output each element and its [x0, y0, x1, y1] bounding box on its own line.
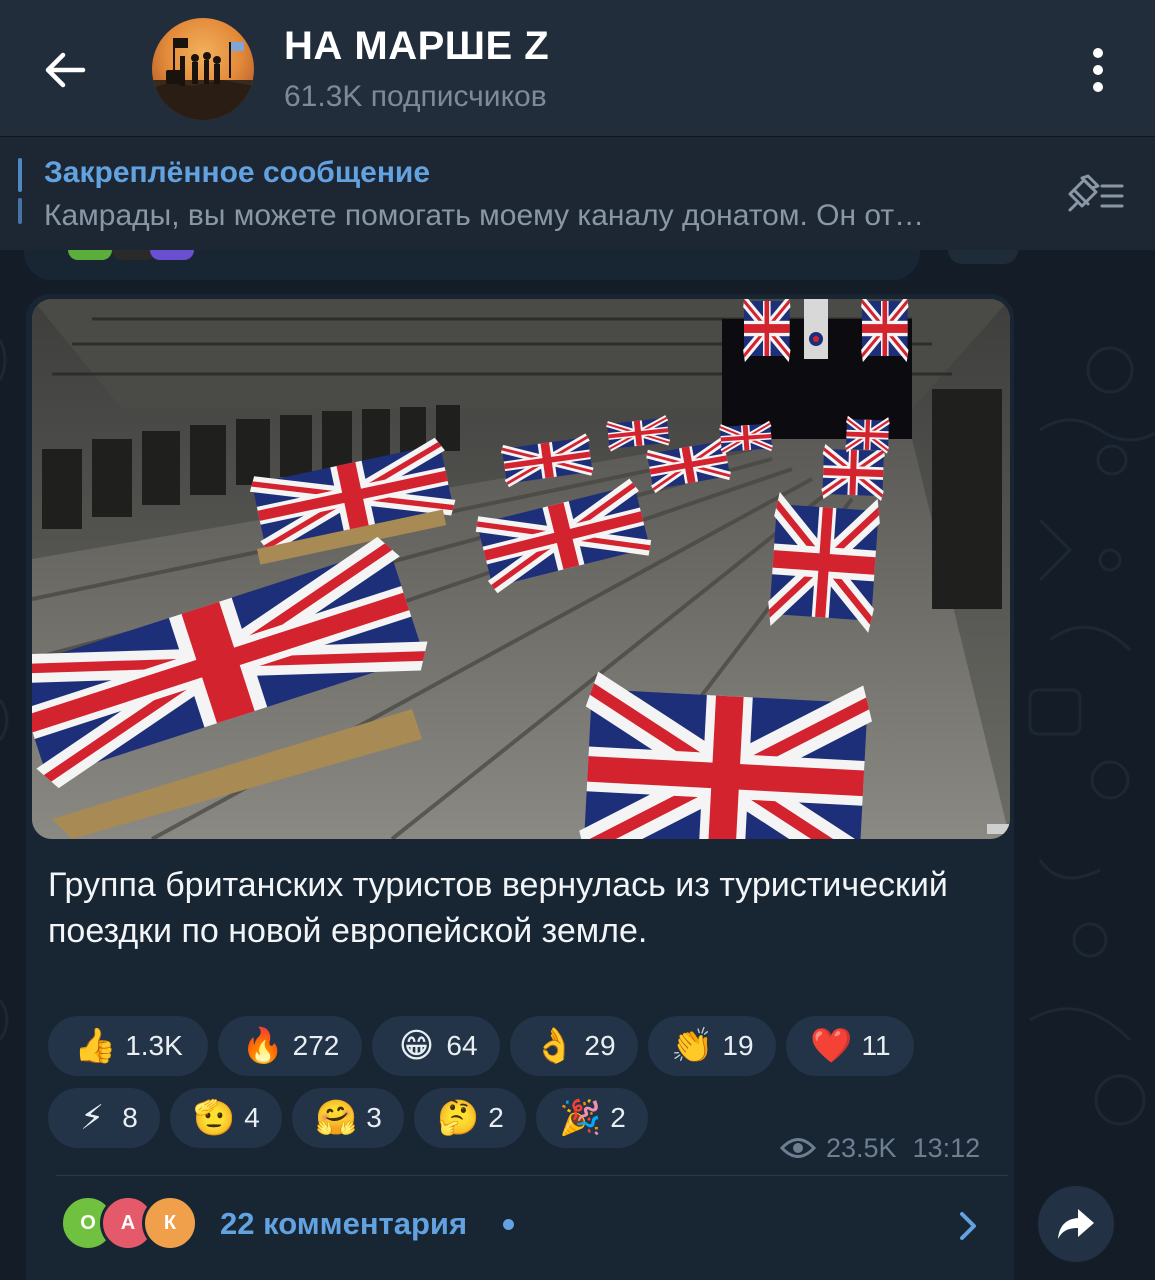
reaction-count: 2	[610, 1102, 626, 1133]
reaction-count: 272	[292, 1030, 340, 1061]
reaction-count: 3	[366, 1102, 382, 1133]
reaction-chip[interactable]: 👏 19	[648, 1016, 776, 1076]
kebab-menu-icon	[1093, 48, 1103, 58]
back-button[interactable]	[30, 38, 100, 102]
eye-icon	[780, 1138, 816, 1158]
pinned-text: Камрады, вы можете помогать моему каналу…	[44, 199, 925, 232]
commenter-avatar: К	[142, 1195, 198, 1251]
reaction-chip[interactable]: ❤️ 11	[786, 1016, 914, 1076]
view-count: 23.5K	[826, 1132, 897, 1163]
unpin-list-icon	[1068, 174, 1124, 212]
unread-dot	[503, 1219, 514, 1230]
reaction-chip[interactable]: 👌 29	[510, 1016, 638, 1076]
reaction-count: 19	[722, 1030, 754, 1061]
reaction-emoji-icon: 🤔	[437, 1099, 480, 1137]
chevron-right-icon	[960, 1212, 976, 1240]
share-arrow-icon	[1058, 1209, 1094, 1239]
reaction-emoji-icon: 👌	[533, 1027, 576, 1065]
reaction-chip[interactable]: 🎉 2	[536, 1088, 648, 1148]
reaction-count: 4	[244, 1102, 260, 1133]
reaction-emoji-icon: ⚡	[80, 1099, 105, 1137]
pinned-title: Закреплённое сообщение	[44, 156, 431, 189]
channel-title[interactable]: НА МАРШЕ Z	[284, 24, 549, 69]
reaction-count: 64	[446, 1030, 478, 1061]
reaction-chip[interactable]: 😁 64	[372, 1016, 500, 1076]
reaction-chip[interactable]: 🫡 4	[170, 1088, 282, 1148]
unpin-button[interactable]	[1062, 172, 1128, 216]
share-button[interactable]	[1038, 1186, 1114, 1262]
reaction-count: 1.3K	[125, 1030, 183, 1061]
reaction-chip[interactable]: 🤗 3	[292, 1088, 404, 1148]
message-meta: 23.5K 13:12	[780, 1131, 980, 1165]
reaction-avatar	[68, 250, 112, 260]
message-caption: Группа британских туристов вернулась из …	[48, 866, 948, 950]
channel-avatar[interactable]	[152, 18, 254, 120]
reaction-count: 2	[488, 1102, 504, 1133]
subscriber-count: 61.3K подписчиков	[284, 80, 547, 113]
more-menu-button[interactable]	[1074, 40, 1122, 100]
pinned-indicator	[18, 158, 22, 230]
previous-share-button[interactable]	[948, 250, 1018, 264]
comments-chevron-button[interactable]	[952, 1208, 984, 1244]
reaction-emoji-icon: 👏	[671, 1027, 714, 1065]
comments-count-label[interactable]: 22 комментария	[220, 1206, 467, 1242]
reaction-chip[interactable]: 👍 1.3K	[48, 1016, 208, 1076]
reaction-chip[interactable]: 🤔 2	[414, 1088, 526, 1148]
reaction-emoji-icon: 😁	[398, 1027, 435, 1065]
arrow-left-icon	[45, 52, 86, 88]
message-time: 13:12	[912, 1132, 981, 1163]
reaction-emoji-icon: 🫡	[193, 1099, 236, 1137]
reaction-emoji-icon: 🤗	[315, 1099, 358, 1137]
reaction-emoji-icon: 👍	[74, 1027, 117, 1065]
reaction-chip[interactable]: 🔥 272	[218, 1016, 362, 1076]
reaction-emoji-icon: 🎉	[559, 1099, 602, 1137]
reaction-count: 11	[861, 1030, 891, 1061]
message-photo[interactable]	[32, 299, 1010, 839]
reaction-count: 29	[584, 1030, 616, 1061]
reaction-count: 8	[122, 1102, 138, 1133]
reaction-avatar	[150, 250, 194, 260]
reaction-chip[interactable]: ⚡ 8	[48, 1088, 160, 1148]
reaction-emoji-icon: 🔥	[241, 1027, 284, 1065]
reaction-emoji-icon: ❤️	[810, 1027, 853, 1065]
